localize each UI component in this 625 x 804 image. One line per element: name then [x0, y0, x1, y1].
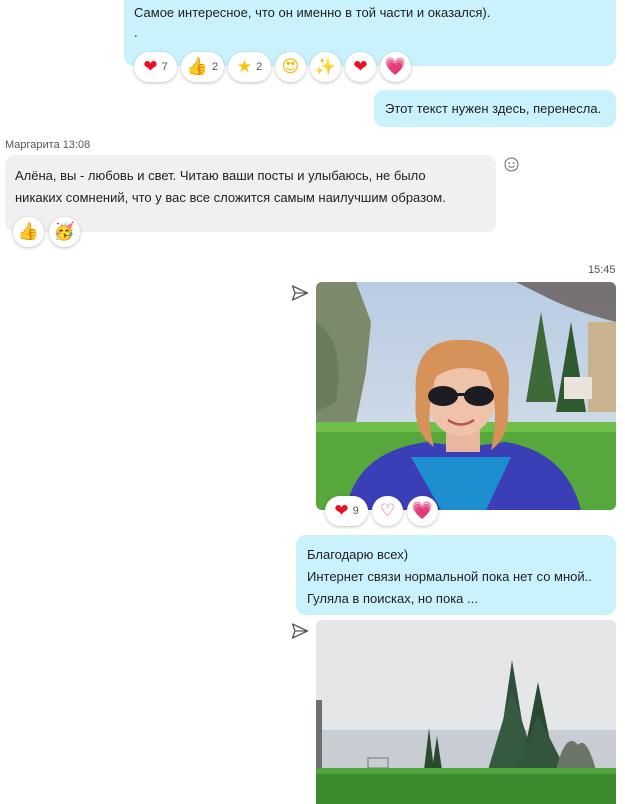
message-text: . [134, 25, 138, 40]
heart-icon: ❤ [334, 500, 349, 521]
thumbs-up-icon: 👍 [186, 56, 209, 77]
portrait-image [316, 282, 616, 510]
landscape-image [316, 620, 616, 804]
red-heart-icon: ❤ [353, 56, 368, 77]
reaction-star[interactable]: ★ 2 [228, 52, 271, 82]
thumbs-up-icon: 👍 [17, 221, 40, 242]
message-text: никаких сомнений, что у вас все сложится… [15, 190, 446, 205]
reaction-sparkle[interactable]: ✨ [310, 52, 341, 82]
send-status-icon [291, 623, 309, 639]
reaction-heart[interactable]: ❤ 9 [325, 496, 368, 526]
message-text: Этот текст нужен здесь, перенесла. [385, 101, 602, 116]
reaction-party-face[interactable]: 🥳 [49, 217, 80, 247]
reaction-heart-outline[interactable]: ♡ [372, 496, 403, 526]
reaction-heart-eyes[interactable]: 😍 [275, 52, 306, 82]
reaction-thumbs-up[interactable]: 👍 2 [181, 52, 224, 82]
send-status-icon [291, 285, 309, 301]
reaction-thumbs-up[interactable]: 👍 [13, 217, 44, 247]
add-reaction-icon[interactable] [504, 157, 519, 172]
reaction-count: 9 [352, 505, 359, 517]
message-text: Благодарю всех) [307, 547, 409, 562]
message-time: 15:45 [588, 264, 616, 276]
heart-icon: ❤ [143, 56, 158, 77]
pink-heart-icon: 💗 [411, 500, 434, 521]
message-text: Алёна, вы - любовь и свет. Читаю ваши по… [15, 168, 426, 183]
reaction-heart[interactable]: ❤ 7 [134, 52, 177, 82]
reaction-pink-heart[interactable]: 💗 [407, 496, 438, 526]
message-text: Гуляла в поисках, но пока ... [307, 591, 478, 606]
sparkle-icon: ✨ [314, 56, 337, 77]
message-text: Самое интересное, что он именно в той ча… [134, 5, 491, 20]
outgoing-message-bubble[interactable]: Благодарю всех) Интернет связи нормально… [296, 535, 616, 615]
star-icon: ★ [236, 56, 253, 77]
reaction-pink-heart[interactable]: 💗 [380, 52, 411, 82]
photo-portrait[interactable] [316, 282, 616, 510]
pink-heart-icon: 💗 [384, 56, 407, 77]
heart-eyes-icon: 😍 [281, 56, 300, 77]
outgoing-message-bubble[interactable]: Этот текст нужен здесь, перенесла. [374, 90, 616, 127]
message-text: Интернет связи нормальной пока нет со мн… [307, 569, 592, 584]
reaction-count: 2 [212, 61, 219, 73]
photo-landscape[interactable] [316, 620, 616, 804]
heart-outline-icon: ♡ [379, 500, 396, 521]
incoming-message-bubble[interactable]: Алёна, вы - любовь и свет. Читаю ваши по… [5, 155, 496, 232]
sender-name-time: Маргарита 13:08 [5, 139, 91, 151]
reaction-count: 2 [256, 61, 263, 73]
reaction-count: 7 [161, 61, 168, 73]
reaction-red-heart[interactable]: ❤ [345, 52, 376, 82]
party-face-icon: 🥳 [53, 221, 76, 242]
